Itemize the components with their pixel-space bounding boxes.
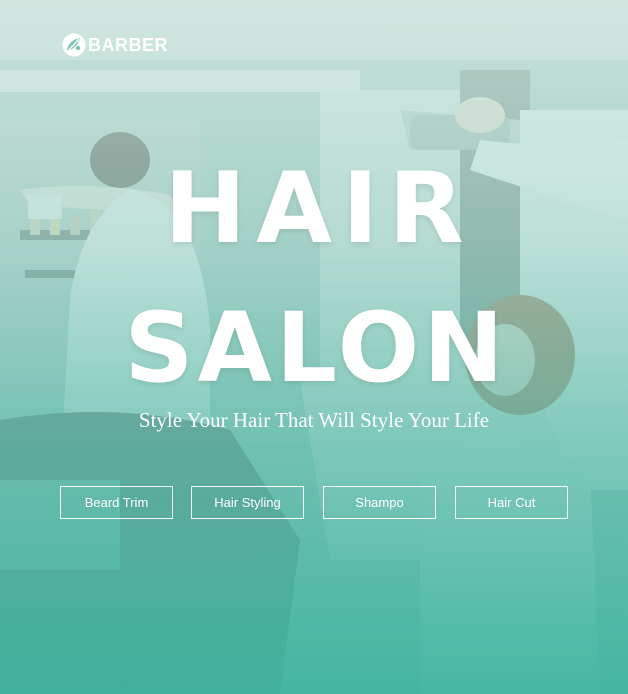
brand-name: BARBER bbox=[88, 34, 169, 55]
services-button-group: Beard Trim Hair Styling Shampo Hair Cut bbox=[60, 486, 570, 520]
service-button-hair-cut[interactable]: Hair Cut bbox=[455, 486, 568, 519]
hero-headline-line1: HAIR bbox=[164, 152, 474, 266]
brand-logo[interactable]: BARBER bbox=[61, 31, 168, 59]
hero-section: BARBER HAIR SALON Style Your Hair That W… bbox=[0, 0, 628, 694]
service-button-beard-trim[interactable]: Beard Trim bbox=[60, 486, 173, 519]
hero-tagline: Style Your Hair That Will Style Your Lif… bbox=[138, 408, 490, 432]
service-button-shampo[interactable]: Shampo bbox=[323, 486, 436, 519]
hero-headline-line2: SALON bbox=[124, 292, 508, 404]
barber-leaf-logo-icon bbox=[62, 33, 86, 57]
service-button-hair-styling[interactable]: Hair Styling bbox=[191, 486, 304, 519]
